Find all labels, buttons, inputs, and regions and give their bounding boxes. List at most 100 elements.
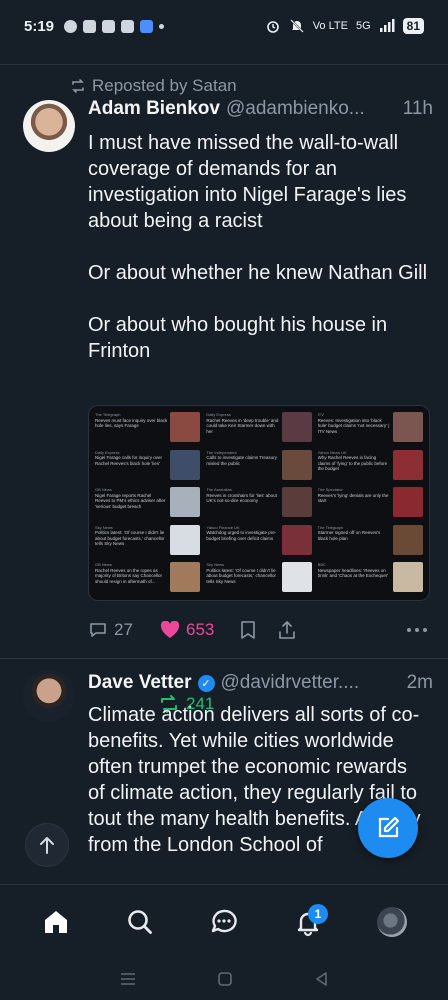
post-header: Dave Vetter ✓ @davidrvetter.... 2m [88,672,433,694]
bookmark-icon [241,621,255,639]
news-thumbnail [281,487,312,518]
post-time: 2m [406,672,433,693]
news-headline: Nigel Farage calls for inquiry over Rach… [95,455,163,466]
scroll-to-top-button[interactable] [25,823,69,867]
news-thumbnail [393,562,423,593]
arrow-up-icon [40,837,54,854]
news-cell: Sky News Politics latest: 'Of course I di… [93,523,202,559]
news-text: ITV Reeves: Investigation into 'black hol… [318,412,390,444]
news-cell: GB News Rachel Reeves on the ropes as maj… [93,560,202,596]
author-name[interactable]: Adam Bienkov [88,98,220,120]
divider [0,64,448,65]
home-button-icon[interactable] [216,970,234,988]
reply-count: 27 [114,620,133,639]
news-text: The Spectator Reeves's 'lying' denials ar… [318,487,390,519]
reply-button[interactable]: 27 [88,620,160,640]
news-cell: The Telegraph Reeves must face inquiry ov… [93,410,202,446]
author-handle[interactable]: @adambienko... [226,98,397,120]
post-time: 11h [402,98,433,119]
divider [0,658,448,659]
news-headline: Reeves must face inquiry over black hole… [95,417,168,429]
news-headline: Newspaper headlines: 'Reeves on brink' a… [317,567,389,579]
author-name[interactable]: Dave Vetter [88,672,192,694]
bottom-nav: 1 [0,884,448,958]
news-cell: Sky News Politics latest: 'Of course I di… [204,560,313,596]
nav-search[interactable] [110,892,170,952]
news-thumbnail [170,487,201,518]
post-paragraph: I must have missed the wall-to-wall cove… [88,132,407,232]
news-text: The Australian Reeves in crosshairs for '… [206,487,278,519]
avatar[interactable] [23,100,75,152]
news-cell: The Spectator Reeves's 'lying' denials ar… [316,485,425,521]
nav-profile[interactable] [362,892,422,952]
nav-notifications[interactable]: 1 [278,892,338,952]
news-cell: Yahoo News UK Why Rachel Reeves is facing… [316,448,425,484]
news-headline: Rachel Reeves on the ropes as majority o… [95,567,163,584]
back-icon[interactable] [313,970,329,988]
news-cell: GB News Nigel Farage reports Rachel Reeve… [93,485,202,521]
news-text: BBC Newspaper headlines: 'Reeves on brink… [318,562,390,594]
author-handle[interactable]: @davidrvetter.... [221,672,401,694]
news-thumbnail [281,449,312,480]
news-headline: Calls to investigate claims Treasury mis… [206,455,277,466]
news-headline: Why Rachel Reeves is facing claims of 'l… [317,455,388,472]
mute-icon [289,19,304,33]
alarm-icon [266,21,279,33]
chat-icon [211,909,237,932]
news-cell: Yahoo Finance UK Watchdog urged to invest… [204,523,313,559]
news-thumbnail [393,412,423,442]
network-label: Vo LTE [312,20,348,32]
status-notification-icons [64,19,165,33]
like-button[interactable]: 653 [160,620,240,640]
news-text: The Telegraph Reeves must face inquiry ov… [95,412,167,444]
news-text: Yahoo News UK Why Rachel Reeves is facing… [318,450,390,482]
news-headline: Rachel Reeves in 'deep trouble' and coul… [206,417,279,434]
like-count: 653 [186,620,215,639]
news-thumbnail [393,524,423,555]
post-image[interactable]: The Telegraph Reeves must face inquiry ov… [88,405,430,601]
news-cell: ITV Reeves: Investigation into 'black hol… [316,410,425,446]
share-button[interactable] [278,620,316,640]
more-notifications-dot [159,23,165,29]
search-icon [128,909,152,934]
status-right: Vo LTE 5G 81 [265,18,424,34]
app-notification-icon [64,19,78,33]
compose-button[interactable] [358,798,418,858]
post-paragraph: Or about who bought his house in Frinton [88,314,388,362]
app-notification-icon [140,19,154,33]
bookmark-button[interactable] [240,620,278,640]
news-thumbnail [393,449,423,480]
news-text: The Independent Calls to investigate clai… [206,450,278,482]
more-options-button[interactable] [406,627,428,633]
recent-apps-icon[interactable] [119,971,137,987]
news-headline: Politics latest: 'Of course I didn't lie… [95,530,165,547]
nav-home[interactable] [26,892,86,952]
repost-indicator[interactable]: Reposted by Satan [70,76,237,96]
status-time: 5:19 [24,17,55,35]
post-actions: 27 241 653 [88,618,428,713]
news-thumbnail [393,487,423,518]
news-text: Daily Express Rachel Reeves in 'deep trou… [206,412,278,444]
share-icon [279,621,295,639]
signal-label: 5G [355,20,371,32]
home-icon [45,910,67,933]
heart-icon [160,621,180,638]
app-notification-icon [102,19,116,33]
system-nav-bar [0,958,448,1000]
app-notification-icon [83,19,97,33]
compose-icon [378,816,400,838]
news-headline: Watchdog urged to investigate pre-budget… [206,530,277,541]
news-headline: Nigel Farage reports Rachel Reeves to PM… [95,492,166,509]
verified-icon: ✓ [197,674,215,692]
news-thumbnail [170,524,201,555]
news-text: GB News Nigel Farage reports Rachel Reeve… [95,487,167,519]
nav-chat[interactable] [194,892,254,952]
reply-icon [90,623,106,637]
news-thumbnail [170,562,201,593]
news-cell: Daily Express Nigel Farage calls for inqu… [93,448,202,484]
news-thumbnail [170,449,201,480]
repost-label: Reposted by Satan [92,76,237,95]
news-thumbnail [281,562,312,593]
avatar[interactable] [23,670,75,722]
post-paragraph: Or about whether he knew Nathan Gill [88,262,428,284]
